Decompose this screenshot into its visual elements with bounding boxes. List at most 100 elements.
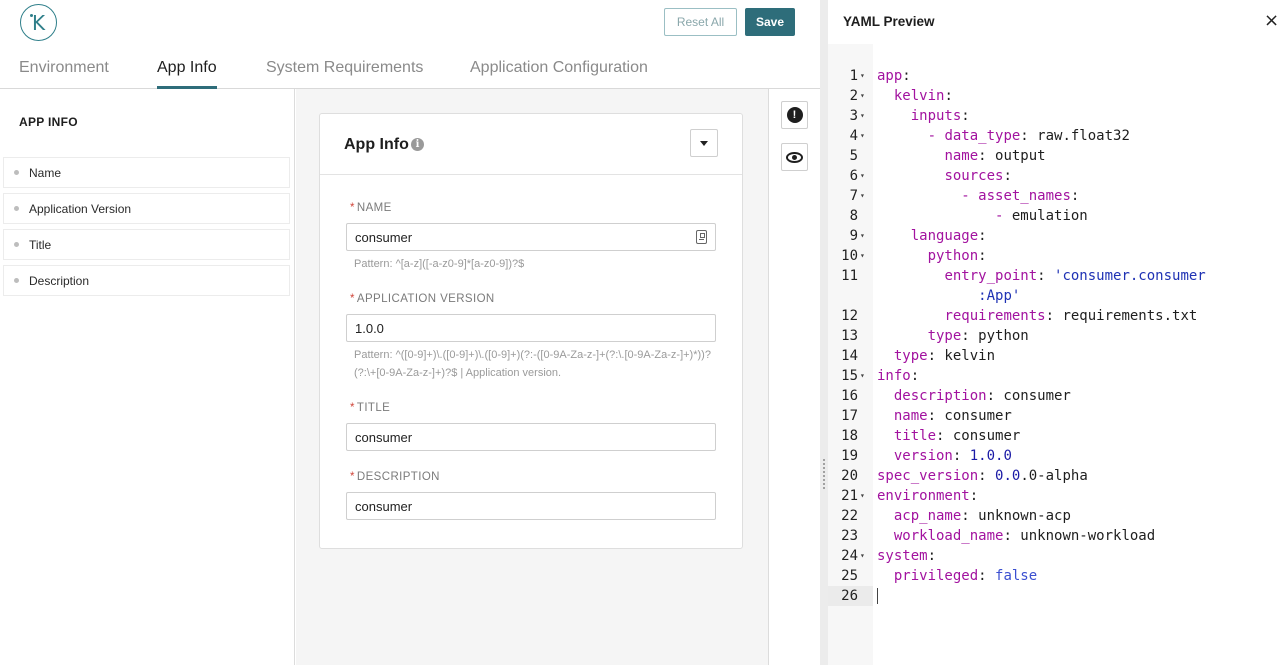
fold-arrow-icon[interactable]: ▾ — [860, 546, 865, 566]
yaml-line[interactable]: 23 workload_name: unknown-workload — [828, 526, 1286, 546]
yaml-line[interactable]: 3 ▾ inputs: — [828, 106, 1286, 126]
fold-arrow-icon[interactable]: ▾ — [860, 86, 865, 106]
collapse-dropdown-button[interactable] — [690, 129, 718, 157]
line-number: 10 — [841, 248, 858, 264]
yaml-line[interactable]: 14 type: kelvin — [828, 346, 1286, 366]
yaml-line[interactable]: 21 ▾ environment: — [828, 486, 1286, 506]
panel-splitter[interactable] — [820, 0, 828, 665]
line-number: 17 — [841, 408, 858, 424]
line-number: 2 — [849, 88, 858, 104]
kelvin-logo[interactable]: K — [20, 4, 57, 41]
yaml-line[interactable]: 15 ▾ info: — [828, 366, 1286, 386]
sidebar-item-description[interactable]: Description — [3, 265, 290, 296]
line-number: 5 — [849, 148, 858, 164]
reset-all-button[interactable]: Reset All — [664, 8, 737, 36]
yaml-line[interactable]: 5 name: output — [828, 146, 1286, 166]
yaml-line[interactable]: 7 ▾ - asset_names: — [828, 186, 1286, 206]
version-label: * APPLICATION VERSION — [350, 293, 495, 305]
line-number: 18 — [841, 428, 858, 444]
yaml-line[interactable]: 4 ▾ - data_type: raw.float32 — [828, 126, 1286, 146]
yaml-line[interactable]: 18 title: consumer — [828, 426, 1286, 446]
yaml-line-text: workload_name: unknown-workload — [893, 528, 1156, 544]
description-label: * DESCRIPTION — [350, 471, 440, 483]
yaml-line[interactable]: 24 ▾ system: — [828, 546, 1286, 566]
yaml-line[interactable]: 20 spec_version: 0.0.0-alpha — [828, 466, 1286, 486]
eye-icon — [786, 151, 803, 163]
title-input-value: consumer — [355, 429, 413, 445]
title-label: * TITLE — [350, 402, 391, 414]
drag-handle-icon[interactable] — [822, 458, 826, 490]
description-input[interactable]: consumer — [346, 492, 716, 520]
yaml-line[interactable]: 1 ▾ app: — [828, 66, 1286, 86]
close-icon[interactable]: × — [1264, 12, 1279, 30]
line-number: 13 — [841, 328, 858, 344]
tab-bar: Environment App Info System Requirements… — [0, 50, 820, 89]
side-rail: ! — [768, 89, 820, 665]
yaml-line[interactable]: 10 ▾ python: — [828, 246, 1286, 266]
yaml-line[interactable]: 13 type: python — [828, 326, 1286, 346]
fold-arrow-icon[interactable]: ▾ — [860, 66, 865, 86]
name-input[interactable]: consumer — [346, 223, 716, 251]
yaml-line[interactable]: 17 name: consumer — [828, 406, 1286, 426]
yaml-line[interactable]: 9 ▾ language: — [828, 226, 1286, 246]
tab-application-configuration[interactable]: Application Configuration — [470, 59, 648, 89]
sidebar-item-label: Name — [29, 165, 62, 180]
yaml-line[interactable]: 11 entry_point: 'consumer.consumer — [828, 266, 1286, 286]
fold-arrow-icon[interactable]: ▾ — [860, 366, 865, 386]
yaml-line[interactable]: 16 description: consumer — [828, 386, 1286, 406]
keyboard-icon[interactable] — [696, 230, 707, 244]
version-input[interactable]: 1.0.0 — [346, 314, 716, 342]
sidebar-item-title[interactable]: Title — [3, 229, 290, 260]
line-number: 20 — [841, 468, 858, 484]
fold-arrow-icon[interactable]: ▾ — [860, 226, 865, 246]
yaml-line[interactable]: 26 — [828, 586, 1286, 606]
yaml-line-text: - asset_names: — [961, 188, 1080, 204]
tab-environment[interactable]: Environment — [19, 59, 109, 89]
yaml-line-text: :App' — [978, 288, 1021, 304]
validation-button[interactable]: ! — [781, 101, 808, 129]
description-input-value: consumer — [355, 498, 413, 514]
sidebar-item-label: Title — [29, 237, 52, 252]
yaml-line-text: type: python — [927, 328, 1029, 344]
yaml-line[interactable]: 12 requirements: requirements.txt — [828, 306, 1286, 326]
title-input[interactable]: consumer — [346, 423, 716, 451]
fold-arrow-icon[interactable]: ▾ — [860, 106, 865, 126]
line-number: 11 — [841, 268, 858, 284]
preview-toggle-button[interactable] — [781, 143, 808, 171]
yaml-line-text: app: — [877, 68, 911, 84]
tab-system-requirements[interactable]: System Requirements — [266, 59, 423, 89]
fold-arrow-icon[interactable]: ▾ — [860, 486, 865, 506]
sidebar-item-label: Description — [29, 273, 90, 288]
yaml-line[interactable]: 8 - emulation — [828, 206, 1286, 226]
line-number: 19 — [841, 448, 858, 464]
yaml-line-text: inputs: — [910, 108, 970, 124]
fold-arrow-icon[interactable]: ▾ — [860, 246, 865, 266]
yaml-line[interactable]: 25 privileged: false — [828, 566, 1286, 586]
save-button[interactable]: Save — [745, 8, 795, 36]
yaml-line-text: - emulation — [995, 208, 1088, 224]
yaml-line[interactable]: 22 acp_name: unknown-acp — [828, 506, 1286, 526]
yaml-code-editor[interactable]: 1 ▾ app: 2 ▾ kelvin: 3 ▾ inputs: 4 ▾ - data_type… — [828, 66, 1286, 606]
fold-arrow-icon[interactable]: ▾ — [860, 186, 865, 206]
fold-arrow-icon[interactable]: ▾ — [860, 166, 865, 186]
info-icon[interactable]: i — [411, 138, 424, 151]
version-hint-line-1: Pattern: ^([0-9]+)\.([0-9]+)\.([0-9]+)(?… — [354, 349, 711, 361]
yaml-line[interactable]: 19 version: 1.0.0 — [828, 446, 1286, 466]
name-label: * NAME — [350, 202, 392, 214]
yaml-line[interactable]: 6 ▾ sources: — [828, 166, 1286, 186]
version-hint-line-2: (?:\+[0-9A-Za-z-]+)?$ | Application vers… — [354, 367, 562, 379]
yaml-line-text: name: output — [944, 148, 1046, 164]
tab-app-info[interactable]: App Info — [157, 59, 217, 89]
yaml-line-text: type: kelvin — [893, 348, 996, 364]
sidebar-item-application-version[interactable]: Application Version — [3, 193, 290, 224]
text-cursor — [877, 588, 878, 604]
yaml-line-text: language: — [910, 228, 987, 244]
line-number: 23 — [841, 528, 858, 544]
sidebar-item-name[interactable]: Name — [3, 157, 290, 188]
line-number: 7 — [849, 188, 858, 204]
fold-arrow-icon[interactable]: ▾ — [860, 126, 865, 146]
form-area: App Info i * NAME consumer Pattern: ^[a-z… — [296, 89, 768, 665]
yaml-line[interactable]: 2 ▾ kelvin: — [828, 86, 1286, 106]
yaml-line[interactable]: :App' — [828, 286, 1286, 306]
yaml-line-text: system: — [877, 548, 937, 564]
